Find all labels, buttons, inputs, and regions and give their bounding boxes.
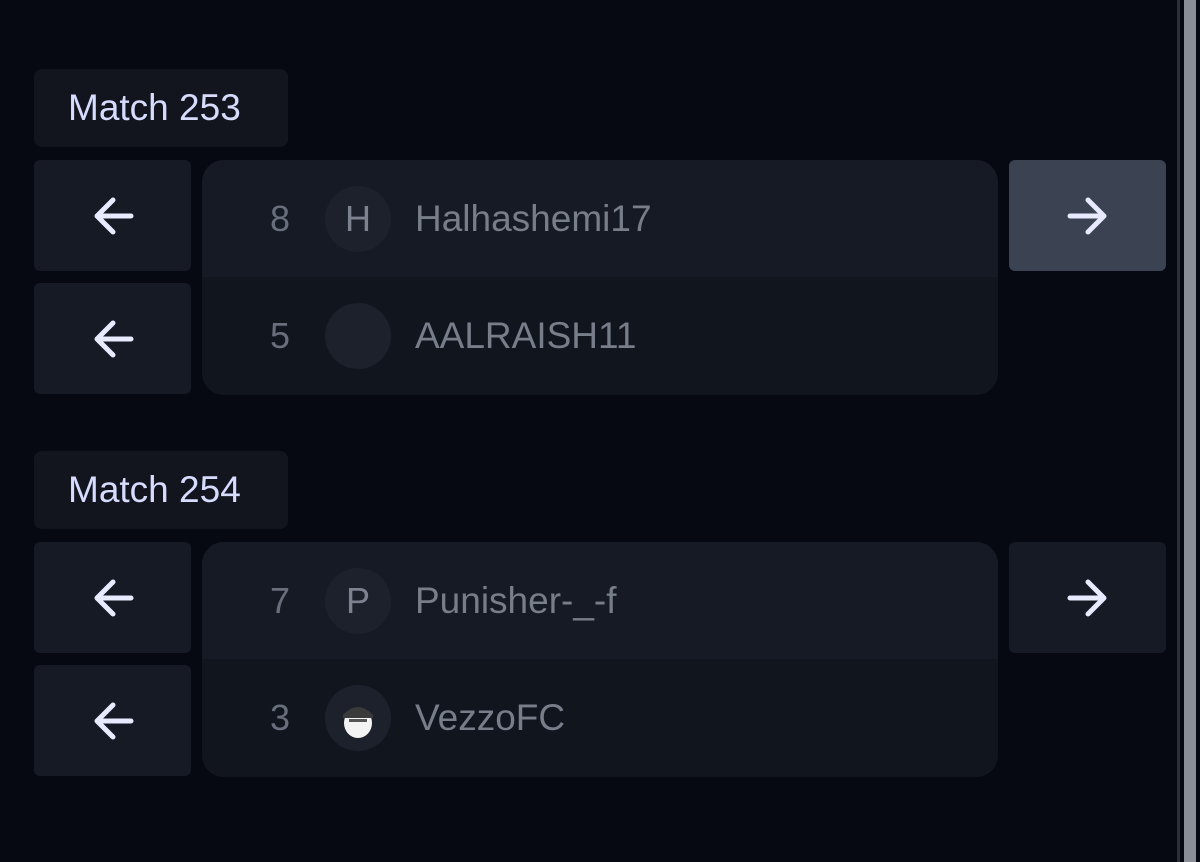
match-label: Match 254: [34, 451, 288, 529]
arrow-left-icon: [94, 320, 133, 357]
move-back-button[interactable]: [34, 160, 191, 271]
avatar: H: [325, 185, 391, 252]
arrow-left-icon: [94, 702, 133, 739]
player-score: 3: [269, 696, 290, 738]
avatar: P: [325, 567, 391, 634]
player-name: Punisher-_-f: [415, 579, 617, 621]
advance-winner-button[interactable]: [1009, 160, 1166, 271]
match-254: Match 254 7 P Punisher-_-f 3 VezzoFC: [34, 451, 1166, 781]
player-row[interactable]: 7 P Punisher-_-f: [202, 542, 998, 659]
move-back-button[interactable]: [34, 542, 191, 653]
player-name: VezzoFC: [415, 696, 566, 738]
player-score: 8: [269, 197, 290, 239]
advance-winner-button[interactable]: [1009, 542, 1166, 653]
player-row[interactable]: 5 AALRAISH11: [202, 277, 998, 394]
arrow-right-icon: [1067, 579, 1106, 616]
match-card: 8 H Halhashemi17 5 AALRAISH11: [202, 160, 998, 395]
avatar-image: [325, 684, 391, 751]
arrow-left-icon: [94, 197, 133, 234]
bracket-page: Match 253 8 H Halhashemi17 5 AALRAISH11: [0, 0, 1200, 862]
match-253: Match 253 8 H Halhashemi17 5 AALRAISH11: [34, 69, 1166, 399]
player-row[interactable]: 3 VezzoFC: [202, 659, 998, 776]
player-row[interactable]: 8 H Halhashemi17: [202, 160, 998, 277]
scrollbar-thumb[interactable]: [1184, 0, 1196, 862]
avatar: [325, 684, 391, 751]
player-name: Halhashemi17: [415, 197, 652, 239]
player-name: AALRAISH11: [415, 314, 637, 356]
move-back-button[interactable]: [34, 283, 191, 394]
match-card: 7 P Punisher-_-f 3 VezzoFC: [202, 542, 998, 777]
player-score: 5: [269, 314, 290, 356]
avatar: [325, 302, 391, 369]
match-label: Match 253: [34, 69, 288, 147]
scrollbar-divider: [1177, 0, 1180, 862]
move-back-button[interactable]: [34, 665, 191, 776]
arrow-right-icon: [1067, 197, 1106, 234]
arrow-left-icon: [94, 579, 133, 616]
player-score: 7: [269, 579, 290, 621]
